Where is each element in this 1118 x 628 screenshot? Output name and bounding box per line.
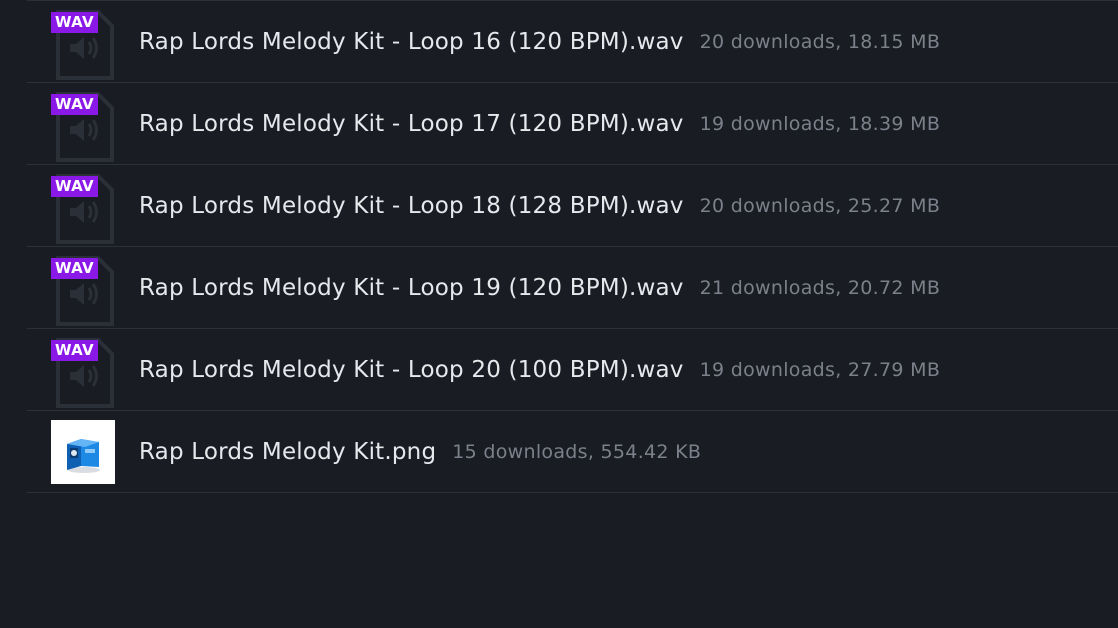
file-text: Rap Lords Melody Kit - Loop 20 (100 BPM)… xyxy=(139,329,940,410)
image-thumbnail[interactable] xyxy=(51,420,115,484)
file-type-badge: WAV xyxy=(51,340,98,361)
file-meta: 19 downloads, 27.79 MB xyxy=(699,358,941,381)
file-row[interactable]: WAV Rap Lords Melody Kit - Loop 20 (100 … xyxy=(27,329,1118,411)
file-text: Rap Lords Melody Kit - Loop 19 (120 BPM)… xyxy=(139,247,940,328)
file-name-link[interactable]: Rap Lords Melody Kit - Loop 20 (100 BPM)… xyxy=(139,357,684,383)
file-type-badge: WAV xyxy=(51,94,98,115)
file-name-link[interactable]: Rap Lords Melody Kit.png xyxy=(139,439,436,465)
file-name-link[interactable]: Rap Lords Melody Kit - Loop 18 (128 BPM)… xyxy=(139,193,684,219)
audio-file-icon: WAV xyxy=(51,92,115,162)
file-list: WAV Rap Lords Melody Kit - Loop 16 (120 … xyxy=(27,0,1118,493)
file-name-link[interactable]: Rap Lords Melody Kit - Loop 16 (120 BPM)… xyxy=(139,29,684,55)
file-name-link[interactable]: Rap Lords Melody Kit - Loop 19 (120 BPM)… xyxy=(139,275,684,301)
audio-file-icon: WAV xyxy=(51,256,115,326)
file-meta: 20 downloads, 18.15 MB xyxy=(699,30,941,53)
audio-file-icon: WAV xyxy=(51,174,115,244)
file-meta: 20 downloads, 25.27 MB xyxy=(699,194,941,217)
file-type-badge: WAV xyxy=(51,12,98,33)
file-text: Rap Lords Melody Kit - Loop 16 (120 BPM)… xyxy=(139,1,940,82)
file-meta: 19 downloads, 18.39 MB xyxy=(699,112,941,135)
file-row[interactable]: WAV Rap Lords Melody Kit - Loop 19 (120 … xyxy=(27,247,1118,329)
file-row[interactable]: Rap Lords Melody Kit.png 15 downloads, 5… xyxy=(27,411,1118,493)
file-text: Rap Lords Melody Kit - Loop 18 (128 BPM)… xyxy=(139,165,940,246)
file-text: Rap Lords Melody Kit.png 15 downloads, 5… xyxy=(139,411,701,492)
file-row[interactable]: WAV Rap Lords Melody Kit - Loop 17 (120 … xyxy=(27,83,1118,165)
audio-file-icon: WAV xyxy=(51,10,115,80)
file-row[interactable]: WAV Rap Lords Melody Kit - Loop 18 (128 … xyxy=(27,165,1118,247)
audio-file-icon: WAV xyxy=(51,338,115,408)
box-product-icon xyxy=(51,420,115,484)
file-meta: 21 downloads, 20.72 MB xyxy=(699,276,941,299)
file-name-link[interactable]: Rap Lords Melody Kit - Loop 17 (120 BPM)… xyxy=(139,111,684,137)
file-text: Rap Lords Melody Kit - Loop 17 (120 BPM)… xyxy=(139,83,940,164)
file-row[interactable]: WAV Rap Lords Melody Kit - Loop 16 (120 … xyxy=(27,1,1118,83)
file-type-badge: WAV xyxy=(51,258,98,279)
file-meta: 15 downloads, 554.42 KB xyxy=(452,440,702,463)
file-type-badge: WAV xyxy=(51,176,98,197)
